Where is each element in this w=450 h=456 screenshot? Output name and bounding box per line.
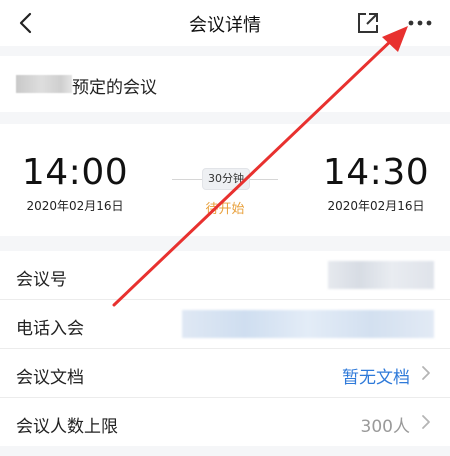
phone-join-row[interactable]: 电话入会 (0, 300, 450, 349)
redacted-organizer-name (16, 75, 72, 93)
external-share-icon (358, 13, 378, 33)
more-dots-icon (408, 20, 432, 26)
organizer-label: 预定的会议 (72, 78, 157, 98)
meeting-number-row[interactable]: 会议号 (0, 251, 450, 300)
meeting-organizer-section: 预定的会议 (0, 56, 450, 112)
top-navigation-bar: 会议详情 (0, 0, 450, 46)
meeting-documents-row[interactable]: 会议文档 暂无文档 (0, 349, 450, 398)
end-date: 2020年02月16日 (327, 199, 425, 213)
end-time: 14:30 (322, 152, 430, 193)
row-label: 会议文档 (16, 368, 84, 388)
chevron-right-icon (422, 366, 430, 380)
page-title: 会议详情 (189, 15, 261, 36)
participant-limit-row[interactable]: 会议人数上限 300人 (0, 398, 450, 446)
row-label: 会议人数上限 (16, 417, 118, 437)
duration-badge: 30分钟 (202, 168, 250, 190)
row-label: 会议号 (16, 270, 67, 290)
meeting-status: 待开始 (205, 202, 245, 217)
documents-value[interactable]: 暂无文档 (342, 363, 410, 388)
chevron-right-icon (422, 415, 430, 429)
share-button[interactable] (355, 10, 381, 36)
meeting-time-card: 14:00 2020年02月16日 30分钟 待开始 14:30 2020年02… (0, 124, 450, 236)
redacted-phone-number (182, 310, 434, 338)
meeting-info-list: 会议号 电话入会 会议文档 暂无文档 会议人数上限 300人 (0, 251, 450, 446)
participant-limit-value: 300人 (360, 417, 410, 437)
start-time: 14:00 (21, 152, 129, 193)
more-options-button[interactable] (402, 10, 438, 36)
start-date: 2020年02月16日 (26, 199, 124, 213)
row-label: 电话入会 (16, 319, 84, 339)
redacted-meeting-number (328, 261, 434, 289)
